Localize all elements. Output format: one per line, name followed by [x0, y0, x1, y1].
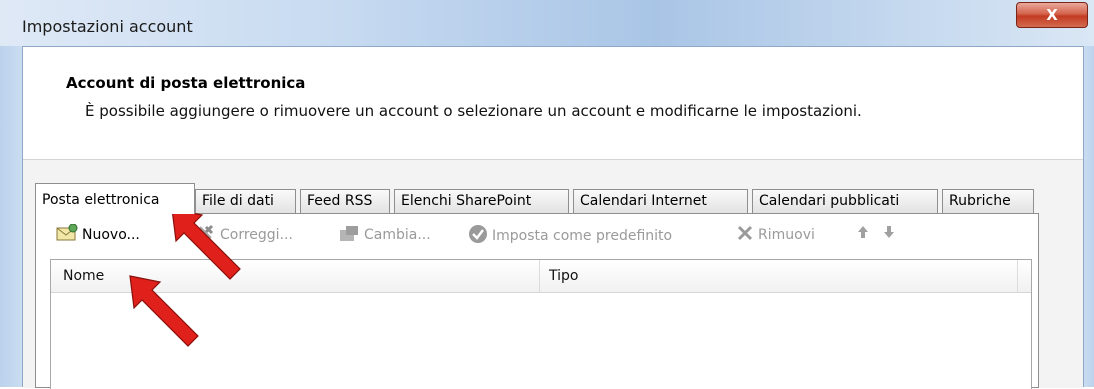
tab-calendari-internet[interactable]: Calendari Internet [573, 189, 748, 213]
title-bar[interactable]: Impostazioni account X [0, 0, 1094, 46]
arrow-down-icon [882, 224, 896, 244]
tab-label: Feed RSS [307, 193, 373, 209]
move-down-button[interactable] [882, 224, 900, 244]
check-circle-icon [468, 224, 488, 248]
column-divider[interactable] [1017, 260, 1018, 292]
tab-rubriche[interactable]: Rubriche [942, 189, 1034, 213]
change-button[interactable]: Cambia... [338, 224, 431, 246]
tab-feed-rss[interactable]: Feed RSS [300, 189, 390, 213]
change-icon [338, 224, 360, 246]
column-header-nome[interactable]: Nome [63, 268, 104, 284]
remove-button[interactable]: Rimuovi [736, 224, 815, 246]
window-title: Impostazioni account [22, 17, 193, 36]
account-settings-window: Impostazioni account X Account di posta … [0, 0, 1094, 389]
column-divider[interactable] [539, 260, 540, 292]
column-header-tipo[interactable]: Tipo [549, 268, 578, 284]
tab-label: Calendari Internet [580, 193, 707, 209]
remove-x-icon [736, 224, 754, 246]
tab-label: Elenchi SharePoint [401, 193, 532, 209]
new-account-label: Nuovo... [82, 227, 140, 243]
header-area: Account di posta elettronica È possibile… [23, 47, 1083, 157]
arrow-up-icon [856, 224, 870, 244]
move-up-button[interactable] [856, 224, 874, 244]
set-default-button[interactable]: Imposta come predefinito [468, 224, 672, 248]
tab-label: Calendari pubblicati [759, 193, 900, 209]
annotation-arrow-new [129, 275, 199, 347]
new-mail-icon [56, 223, 78, 246]
tab-posta-elettronica[interactable]: Posta elettronica [35, 183, 195, 214]
tab-label: Rubriche [949, 193, 1011, 209]
new-account-button[interactable]: Nuovo... [56, 223, 140, 246]
tab-calendari-pubblicati[interactable]: Calendari pubblicati [752, 189, 938, 213]
tab-elenchi-sharepoint[interactable]: Elenchi SharePoint [394, 189, 569, 213]
set-default-label: Imposta come predefinito [492, 228, 673, 244]
page-title: Account di posta elettronica [66, 74, 306, 92]
window-frame-left [0, 46, 22, 387]
remove-label: Rimuovi [758, 227, 815, 243]
change-label: Cambia... [364, 227, 431, 243]
close-icon: X [1046, 6, 1058, 24]
close-button[interactable]: X [1016, 2, 1088, 28]
window-frame-right [1084, 46, 1094, 387]
page-description: È possibile aggiungere o rimuovere un ac… [85, 102, 862, 120]
tab-label: Posta elettronica [42, 192, 160, 208]
